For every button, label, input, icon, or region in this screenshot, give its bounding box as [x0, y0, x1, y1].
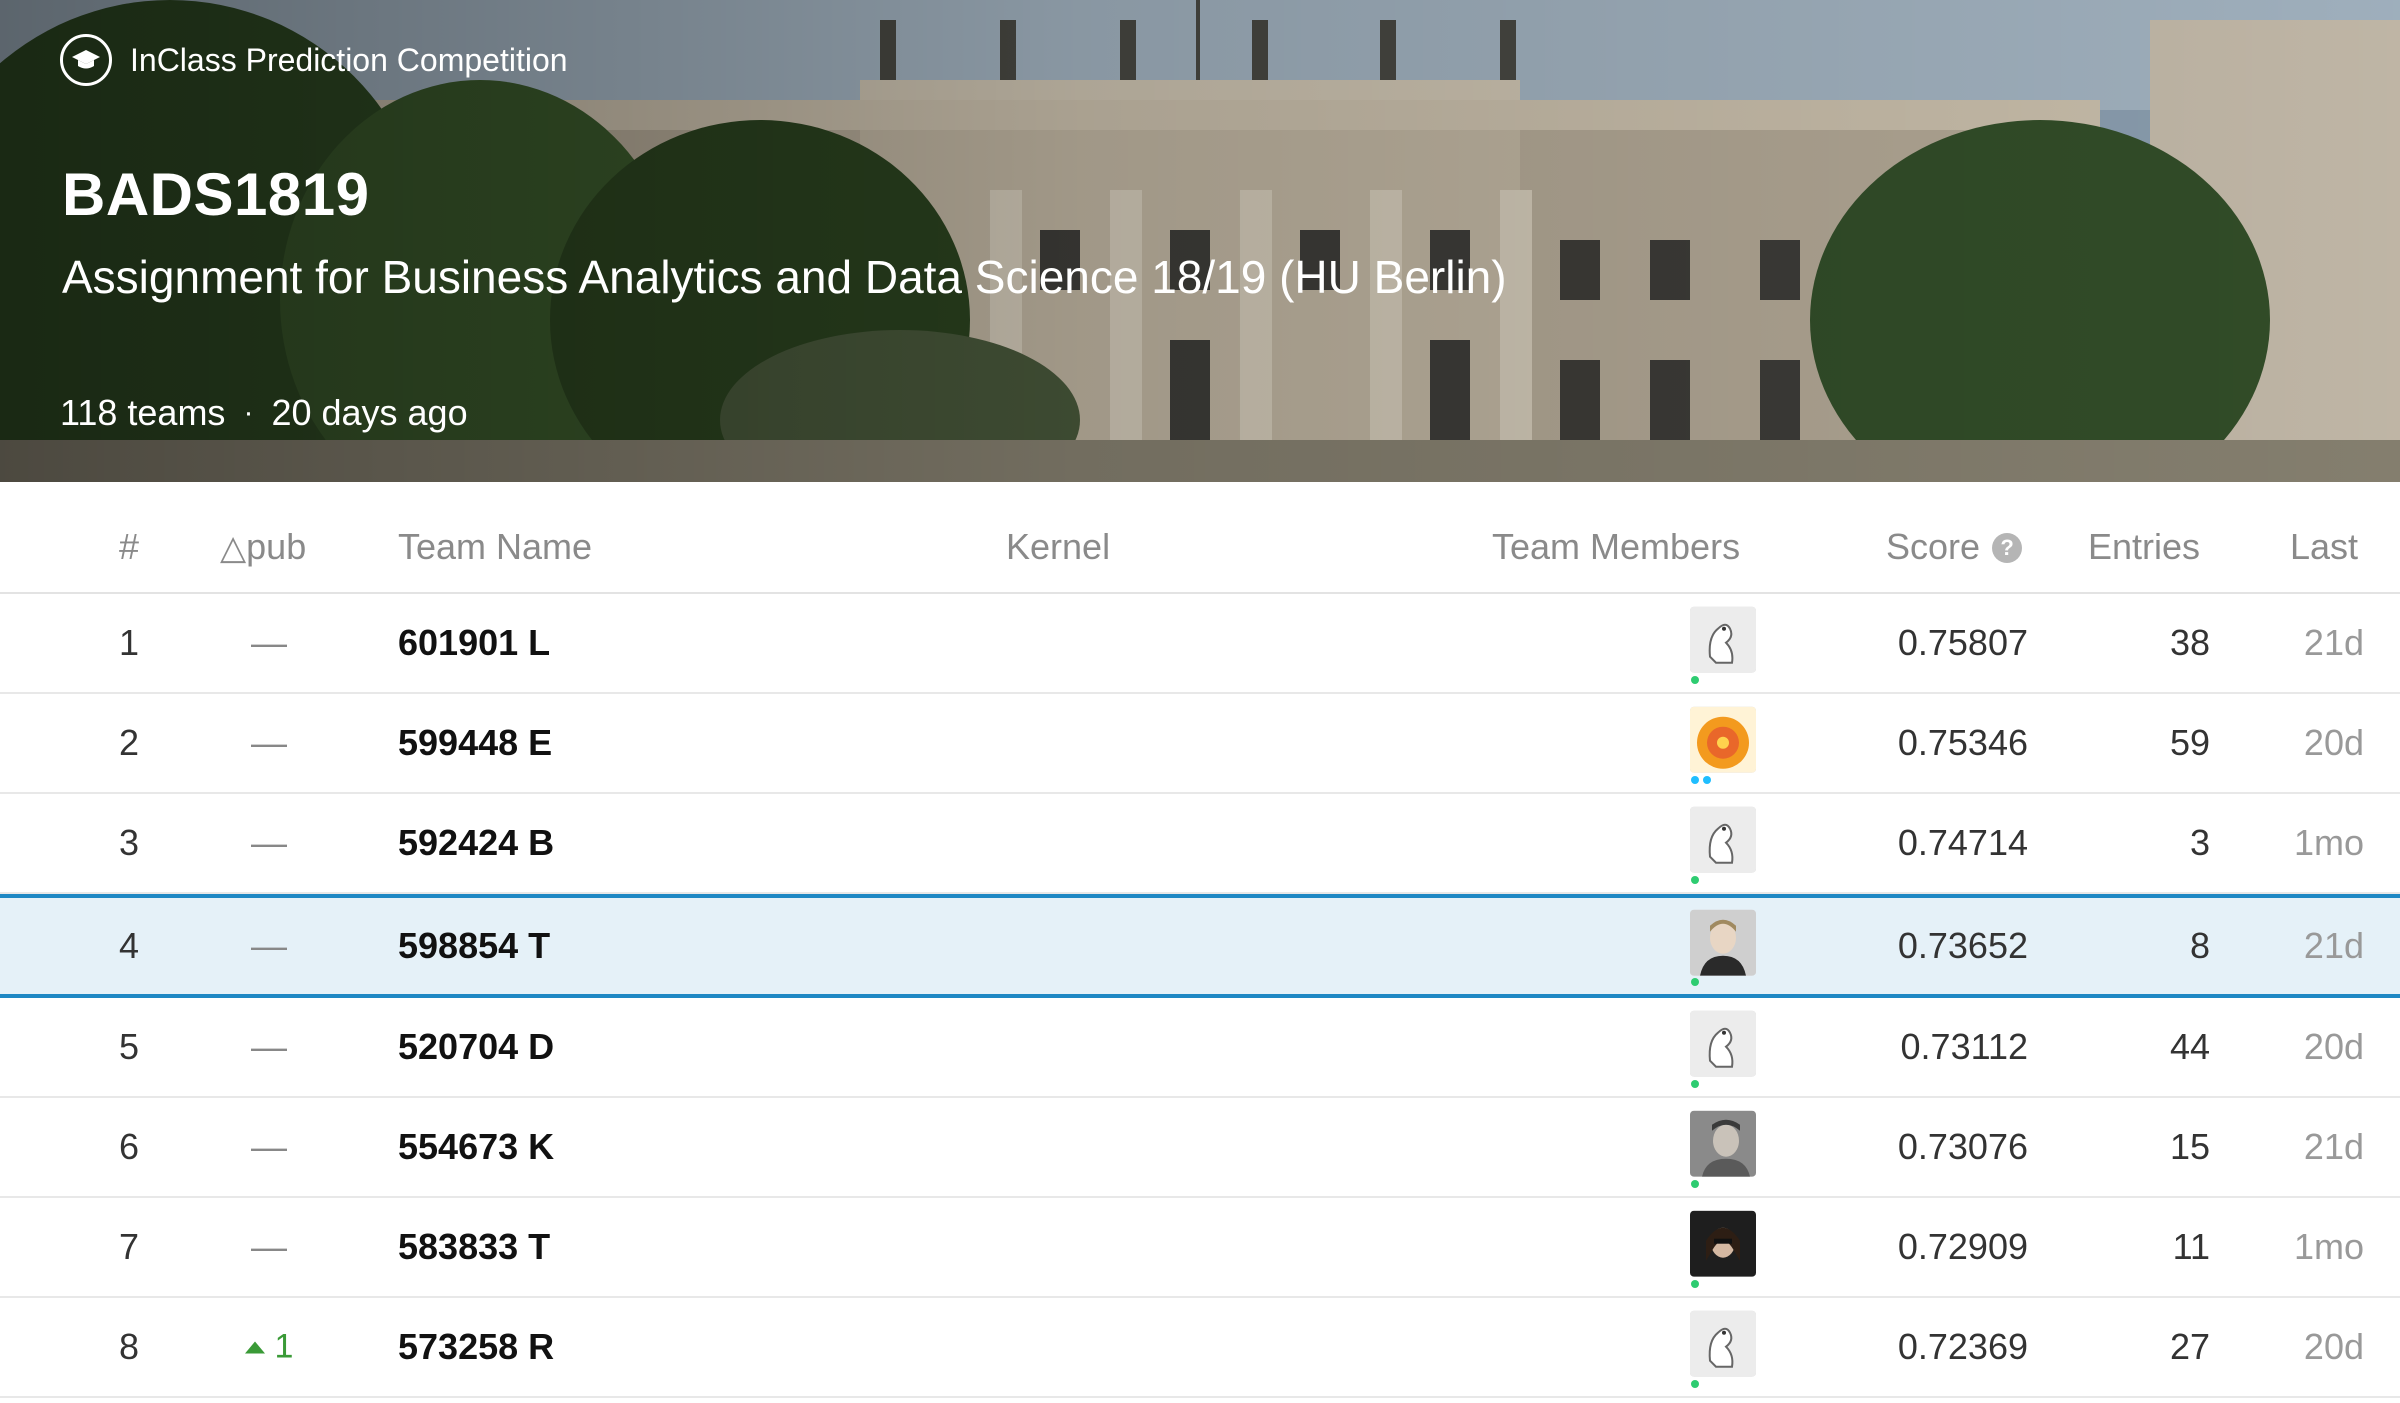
delta-cell: —: [251, 925, 287, 966]
table-row[interactable]: 6 — 554673 K 0.73076 15 21d: [0, 1098, 2400, 1198]
time-ago: 20 days ago: [271, 392, 468, 433]
delta-cell: —: [251, 722, 287, 763]
entries-cell: 44: [2169, 1026, 2210, 1067]
last-cell: 1mo: [2293, 822, 2364, 863]
table-row[interactable]: 7 — 583833 T 0.72909 11 1mo: [0, 1198, 2400, 1298]
entries-cell: 11: [2172, 1226, 2210, 1267]
kaggle-goose-avatar[interactable]: [1690, 1010, 1756, 1077]
last-cell: 21d: [2303, 1126, 2364, 1167]
tier-indicator: [1691, 978, 1699, 986]
help-icon[interactable]: ?: [1992, 533, 2023, 563]
user-photo-avatar[interactable]: [1690, 909, 1756, 976]
team-name-link[interactable]: 573258 R: [398, 1326, 554, 1368]
team-name-link[interactable]: 554673 K: [398, 1126, 554, 1168]
score-cell: 0.72369: [1897, 1326, 2028, 1367]
tier-indicator: [1691, 1280, 1699, 1288]
competition-meta: 118 teams · 20 days ago: [60, 392, 468, 434]
last-cell: 21d: [2303, 925, 2364, 966]
kaggle-goose-avatar[interactable]: [1690, 806, 1756, 873]
delta-cell: —: [251, 622, 287, 663]
competition-subtitle: Assignment for Business Analytics and Da…: [62, 251, 1507, 303]
leaderboard-table: # △pub Team Name Kernel Team Members Sco…: [0, 482, 2400, 1398]
entries-cell: 8: [2189, 925, 2210, 966]
entries-column-header[interactable]: Entries: [2088, 526, 2200, 568]
score-cell: 0.75807: [1897, 622, 2028, 663]
tier-indicator: [1691, 1380, 1699, 1388]
kernel-column-header[interactable]: Kernel: [1006, 526, 1110, 568]
entries-cell: 3: [2189, 822, 2210, 863]
rank-up-arrow-icon: [244, 1341, 265, 1354]
last-cell: 20d: [2303, 1326, 2364, 1367]
teams-count[interactable]: 118 teams: [60, 392, 225, 434]
graduation-cap-icon: [60, 34, 112, 86]
delta-cell: —: [251, 1026, 287, 1067]
delta-value: 1: [274, 1327, 294, 1366]
team-name-link[interactable]: 592424 B: [398, 822, 554, 864]
delta-cell: —: [251, 822, 287, 863]
delta-column-label: pub: [246, 526, 307, 567]
tier-indicator: [1691, 776, 1699, 784]
meta-separator: ·: [243, 396, 254, 429]
entries-cell: 38: [2169, 622, 2210, 663]
score-cell: 0.73652: [1897, 925, 2028, 966]
kaggle-goose-avatar[interactable]: [1690, 606, 1756, 673]
team-name-link[interactable]: 599448 E: [398, 722, 552, 764]
orange-flower-avatar[interactable]: [1690, 706, 1756, 773]
tier-indicator: [1691, 1180, 1699, 1188]
user-photo-avatar[interactable]: [1690, 1110, 1756, 1177]
tier-indicator: [1691, 676, 1699, 684]
table-header: # △pub Team Name Kernel Team Members Sco…: [0, 482, 2400, 594]
entries-cell: 15: [2169, 1126, 2210, 1167]
team-name-link[interactable]: 601901 L: [398, 622, 550, 664]
team-name-column-header[interactable]: Team Name: [398, 526, 592, 568]
last-cell: 20d: [2303, 722, 2364, 763]
score-column-header[interactable]: Score?: [1886, 526, 2023, 568]
delta-column-header[interactable]: △pub: [220, 526, 306, 568]
last-cell: 21d: [2303, 622, 2364, 663]
table-row[interactable]: 8 1 573258 R 0.72369 27 20d: [0, 1298, 2400, 1398]
table-row[interactable]: 5 — 520704 D 0.73112 44 20d: [0, 998, 2400, 1098]
delta-cell: 1: [220, 1328, 318, 1367]
score-cell: 0.73112: [1900, 1026, 2028, 1067]
badge-label: InClass Prediction Competition: [130, 41, 568, 78]
last-column-header[interactable]: Last: [2290, 526, 2358, 568]
delta-triangle-icon: △: [220, 529, 247, 567]
tier-indicator: [1691, 1080, 1699, 1088]
score-cell: 0.72909: [1897, 1226, 2028, 1267]
score-cell: 0.73076: [1897, 1126, 2028, 1167]
competition-type-badge[interactable]: InClass Prediction Competition: [60, 30, 568, 90]
table-row[interactable]: 3 — 592424 B 0.74714 3 1mo: [0, 794, 2400, 894]
score-column-label: Score: [1886, 526, 1981, 567]
entries-cell: 59: [2169, 722, 2210, 763]
competition-title: BADS1819: [62, 161, 370, 228]
table-row-current-user[interactable]: 4 — 598854 T 0.73652 8 21d: [0, 894, 2400, 998]
delta-cell: —: [251, 1126, 287, 1167]
team-members-column-header[interactable]: Team Members: [1492, 526, 1740, 568]
team-name-link[interactable]: 520704 D: [398, 1026, 554, 1068]
last-cell: 1mo: [2293, 1226, 2364, 1267]
competition-header: InClass Prediction Competition BADS1819 …: [0, 0, 2400, 482]
table-row[interactable]: 2 — 599448 E 0.75346 59 20d: [0, 694, 2400, 794]
score-cell: 0.75346: [1897, 722, 2028, 763]
team-name-link[interactable]: 583833 T: [398, 1226, 550, 1268]
score-cell: 0.74714: [1897, 822, 2028, 863]
last-cell: 20d: [2303, 1026, 2364, 1067]
kaggle-goose-avatar[interactable]: [1690, 1310, 1756, 1377]
entries-cell: 27: [2169, 1326, 2210, 1367]
tier-indicator: [1703, 776, 1711, 784]
tier-indicator: [1691, 876, 1699, 884]
table-row[interactable]: 1 — 601901 L 0.75807 38 21d: [0, 594, 2400, 694]
user-photo-avatar[interactable]: [1690, 1210, 1756, 1277]
team-name-link[interactable]: 598854 T: [398, 925, 550, 967]
delta-cell: —: [251, 1226, 287, 1267]
